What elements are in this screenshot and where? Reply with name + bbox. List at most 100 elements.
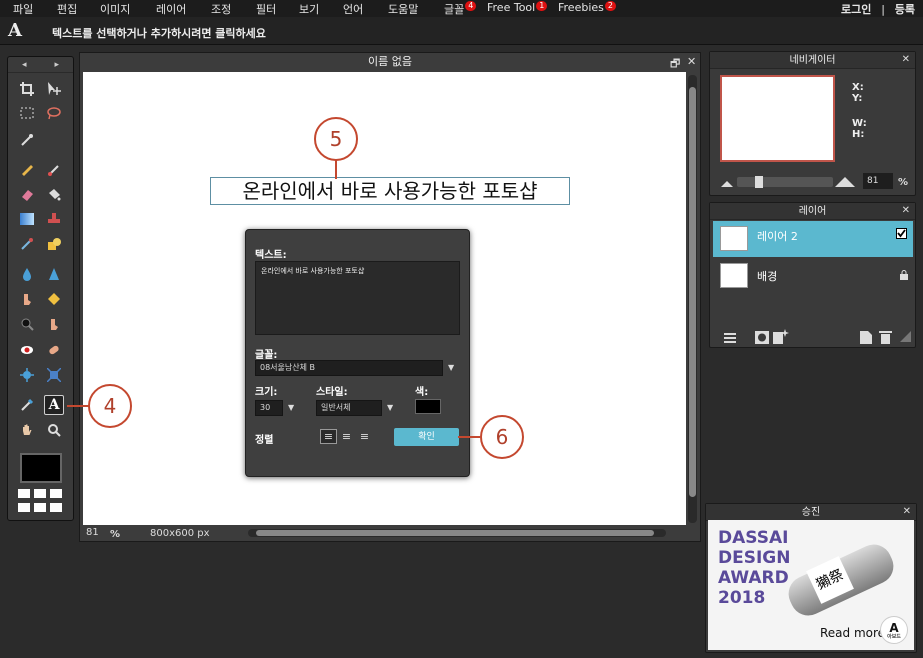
dodge-tool-icon[interactable]	[44, 314, 64, 334]
sharpen-tool-icon[interactable]	[44, 264, 64, 284]
ad-headline-line-4: 2018	[718, 588, 766, 608]
burn-tool-icon[interactable]	[17, 314, 37, 334]
magic-wand-icon[interactable]	[17, 129, 37, 149]
menu-help[interactable]: 도움말	[388, 1, 418, 17]
spot-heal-tool-icon[interactable]	[44, 340, 64, 360]
bucket-tool-icon[interactable]	[44, 184, 64, 204]
align-left-icon: ≡	[323, 430, 334, 443]
layer-row-2[interactable]: 배경	[713, 258, 913, 294]
size-select[interactable]: 30	[255, 400, 283, 416]
login-link[interactable]: 로그인	[841, 3, 871, 16]
vertical-scrollbar[interactable]	[688, 75, 697, 523]
hand-tool-icon[interactable]	[17, 420, 37, 440]
menu-file[interactable]: 파일	[13, 1, 33, 17]
canvas-text-layer[interactable]: 온라인에서 바로 사용가능한 포토샵	[210, 177, 570, 205]
align-right-button[interactable]: ≡	[356, 429, 373, 444]
style-select[interactable]: 일반서체	[316, 400, 382, 416]
text-dialog: 텍스트: 온라인에서 바로 사용가능한 포토샵 글꼴: 08서울남산체 B ▼ …	[245, 229, 470, 477]
red-eye-tool-icon[interactable]	[17, 340, 37, 360]
navigator-close-icon[interactable]: ✕	[902, 54, 910, 65]
toolbox-next-icon[interactable]: ▸	[54, 60, 59, 72]
drawing-tool-icon[interactable]	[44, 234, 64, 254]
navigator-zoom-input[interactable]: 81	[863, 173, 893, 189]
vertical-scroll-thumb[interactable]	[689, 87, 696, 497]
style-dropdown-icon[interactable]: ▼	[387, 403, 393, 412]
close-document-icon[interactable]: ✕	[687, 55, 696, 68]
font-label: 글꼴:	[255, 350, 278, 361]
tool-hint: 텍스트를 선택하거나 추가하시려면 클릭하세요	[52, 27, 266, 40]
layers-panel: 레이어 ✕ 레이어 2 배경	[709, 202, 916, 348]
menu-free-tool-label: Free Tool	[487, 1, 536, 14]
menu-layer[interactable]: 레이어	[156, 1, 186, 17]
text-label: 텍스트:	[255, 250, 287, 261]
color-swatch[interactable]	[20, 453, 62, 483]
type-tool-glyph: A	[48, 397, 60, 413]
pinch-tool-icon[interactable]	[44, 365, 64, 385]
brush-tool-icon[interactable]	[44, 159, 64, 179]
toolbox-prev-icon[interactable]: ◂	[22, 60, 27, 72]
size-dropdown-icon[interactable]: ▼	[288, 403, 294, 412]
grid-button-6[interactable]	[50, 503, 62, 512]
ad-read-more[interactable]: Read more	[820, 626, 885, 640]
register-link[interactable]: 등록	[895, 3, 915, 16]
zoom-out-icon[interactable]	[721, 179, 733, 187]
grid-button-3[interactable]	[50, 489, 62, 498]
ad-logo-sub: 아보드	[887, 634, 901, 640]
font-select[interactable]: 08서울남산체 B	[255, 360, 443, 376]
ad-close-icon[interactable]: ✕	[903, 506, 911, 517]
sponge-tool-icon[interactable]	[44, 289, 64, 309]
zoom-slider-thumb[interactable]	[755, 176, 763, 188]
layer-checkbox-icon[interactable]	[896, 228, 907, 239]
panel-resize-icon[interactable]	[900, 331, 911, 342]
layer-row-1[interactable]: 레이어 2	[713, 221, 913, 257]
align-center-button[interactable]: ≡	[338, 429, 355, 444]
color-picker-icon[interactable]	[17, 395, 37, 415]
smudge-tool-icon[interactable]	[17, 289, 37, 309]
layer-name: 배경	[757, 270, 778, 283]
gradient-tool-icon[interactable]	[17, 209, 37, 229]
pencil-tool-icon[interactable]	[17, 159, 37, 179]
crop-tool-icon[interactable]	[17, 79, 37, 99]
eraser-tool-icon[interactable]	[17, 184, 37, 204]
font-dropdown-icon[interactable]: ▼	[448, 363, 454, 372]
align-left-button[interactable]: ≡	[320, 429, 337, 444]
grid-button-5[interactable]	[34, 503, 46, 512]
delete-layer-icon[interactable]	[879, 330, 892, 344]
zoom-in-icon[interactable]	[835, 176, 855, 187]
blur-tool-icon[interactable]	[17, 264, 37, 284]
menu-image[interactable]: 이미지	[100, 1, 130, 17]
marquee-tool-icon[interactable]	[17, 103, 37, 123]
ad-banner[interactable]: DASSAI DESIGN AWARD 2018 獺祭 Read more A아…	[708, 520, 914, 650]
layer-mask-icon[interactable]	[755, 331, 769, 344]
menu-view[interactable]: 보기	[299, 1, 319, 17]
navigator-preview[interactable]	[720, 75, 835, 162]
menu-language[interactable]: 언어	[343, 1, 363, 17]
zoom-slider[interactable]	[737, 176, 833, 188]
layer-settings-icon[interactable]	[724, 332, 736, 344]
bloat-tool-icon[interactable]	[17, 365, 37, 385]
text-input[interactable]: 온라인에서 바로 사용가능한 포토샵	[255, 261, 460, 335]
grid-button-1[interactable]	[18, 489, 30, 498]
layers-close-icon[interactable]: ✕	[902, 205, 910, 216]
menu-freebies[interactable]: Freebies 2	[558, 1, 616, 14]
ok-button[interactable]: 확인	[394, 428, 459, 446]
menu-font[interactable]: 글꼴 4	[444, 1, 477, 17]
layer-style-icon[interactable]	[773, 329, 789, 344]
menu-filter[interactable]: 필터	[256, 1, 276, 17]
horizontal-scroll-thumb[interactable]	[256, 530, 654, 536]
horizontal-scrollbar[interactable]	[248, 529, 666, 537]
zoom-value[interactable]: 81	[86, 527, 99, 538]
stamp-tool-icon[interactable]	[44, 209, 64, 229]
type-tool-icon[interactable]: A	[44, 395, 64, 415]
menu-edit[interactable]: 편집	[57, 1, 77, 17]
text-color-swatch[interactable]	[415, 399, 441, 414]
menu-adjust[interactable]: 조정	[211, 1, 231, 17]
zoom-tool-icon[interactable]	[44, 420, 64, 440]
grid-button-4[interactable]	[18, 503, 30, 512]
grid-button-2[interactable]	[34, 489, 46, 498]
move-tool-icon[interactable]	[44, 79, 64, 99]
new-layer-icon[interactable]	[860, 331, 872, 344]
color-replace-icon[interactable]	[17, 234, 37, 254]
menu-free-tool[interactable]: Free Tool 1	[487, 1, 548, 14]
lasso-tool-icon[interactable]	[44, 103, 64, 123]
